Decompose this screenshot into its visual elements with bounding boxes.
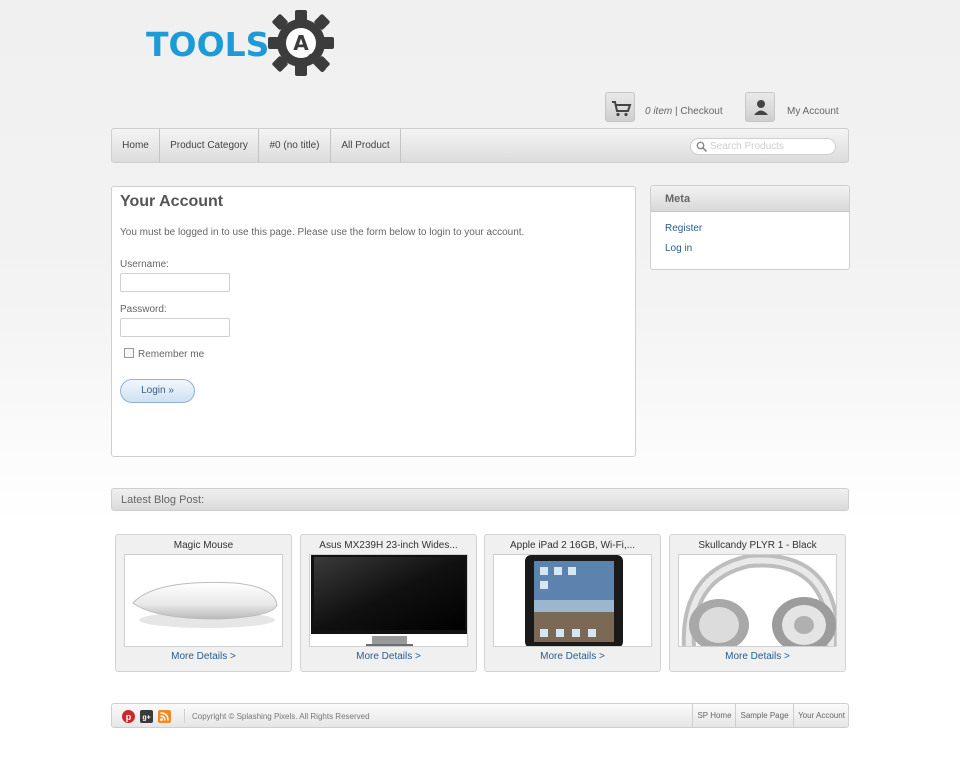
my-account-link[interactable]: My Account xyxy=(787,106,839,117)
svg-text:g+: g+ xyxy=(142,715,150,722)
more-details-link[interactable]: More Details > xyxy=(485,651,660,662)
product-image-ipad[interactable] xyxy=(493,554,652,647)
remember-me-checkbox[interactable] xyxy=(124,348,134,358)
account-button[interactable] xyxy=(745,92,775,122)
search-box xyxy=(690,138,836,155)
headphones-picture xyxy=(681,555,836,646)
product-image-headphones[interactable] xyxy=(678,554,837,647)
logo-text: TOOLS xyxy=(146,25,270,64)
username-label: Username: xyxy=(120,259,169,270)
more-details-link[interactable]: More Details > xyxy=(301,651,476,662)
login-required-message: You must be logged in to use this page. … xyxy=(120,227,525,238)
gear-logo-icon: A xyxy=(268,10,334,76)
more-details-link[interactable]: More Details > xyxy=(116,651,291,662)
google-plus-icon[interactable]: g+ xyxy=(140,710,153,723)
username-field[interactable] xyxy=(120,273,230,292)
footer: p g+ Copyright © Splashing Pixels. All R… xyxy=(111,703,849,728)
nav-item-product-category[interactable]: Product Category xyxy=(160,129,259,162)
cart-summary: 0 item | Checkout xyxy=(645,106,723,117)
meta-title: Meta xyxy=(651,186,849,212)
page-title: Your Account xyxy=(120,193,224,210)
account-panel: Your Account You must be logged in to us… xyxy=(111,186,636,457)
footer-divider xyxy=(184,709,185,723)
cart-button[interactable] xyxy=(605,92,635,122)
password-field[interactable] xyxy=(120,318,230,337)
more-details-link[interactable]: More Details > xyxy=(670,651,845,662)
product-card: Magic Mouse More Details > xyxy=(115,534,292,672)
user-icon xyxy=(754,100,768,115)
password-label: Password: xyxy=(120,304,167,315)
monitor-picture xyxy=(311,555,467,646)
meta-widget: Meta Register Log in xyxy=(650,185,850,270)
svg-text:A: A xyxy=(293,31,309,55)
nav-item-home[interactable]: Home xyxy=(112,129,160,162)
product-title[interactable]: Asus MX239H 23-inch Wides... xyxy=(301,540,476,551)
site-logo[interactable]: TOOLS A xyxy=(146,8,346,78)
log-in-link[interactable]: Log in xyxy=(665,243,692,254)
checkout-link[interactable]: Checkout xyxy=(680,106,722,117)
footer-link-sp-home[interactable]: SP Home xyxy=(692,704,736,727)
product-title[interactable]: Skullcandy PLYR 1 - Black xyxy=(670,540,845,551)
latest-blog-heading: Latest Blog Post: xyxy=(111,488,849,511)
pinterest-icon[interactable]: p xyxy=(122,710,135,723)
nav-item-all-product[interactable]: All Product xyxy=(331,129,401,162)
product-card: Skullcandy PLYR 1 - Black More Details > xyxy=(669,534,846,672)
login-button[interactable]: Login » xyxy=(120,379,195,403)
tablet-picture xyxy=(525,555,623,646)
copyright-text: Copyright © Splashing Pixels. All Rights… xyxy=(192,712,370,721)
product-image-magic-mouse[interactable] xyxy=(124,554,283,647)
nav-item-no-title[interactable]: #0 (no title) xyxy=(259,129,331,162)
cart-count: 0 item xyxy=(645,106,673,117)
product-card: Asus MX239H 23-inch Wides... More Detail… xyxy=(300,534,477,672)
product-title[interactable]: Magic Mouse xyxy=(116,540,291,551)
register-link[interactable]: Register xyxy=(665,223,702,234)
footer-link-sample-page[interactable]: Sample Page xyxy=(735,704,793,727)
search-icon xyxy=(696,141,707,152)
svg-text:p: p xyxy=(126,712,132,722)
mouse-picture xyxy=(132,581,278,628)
rss-icon[interactable] xyxy=(158,710,171,723)
remember-me-label: Remember me xyxy=(138,349,205,360)
footer-link-your-account[interactable]: Your Account xyxy=(793,704,849,727)
product-title[interactable]: Apple iPad 2 16GB, Wi-Fi,... xyxy=(485,540,660,551)
shopping-cart-icon xyxy=(612,101,632,117)
search-input[interactable] xyxy=(710,140,832,153)
product-image-asus-monitor[interactable] xyxy=(309,554,468,647)
product-card: Apple iPad 2 16GB, Wi-Fi,... More Detail… xyxy=(484,534,661,672)
